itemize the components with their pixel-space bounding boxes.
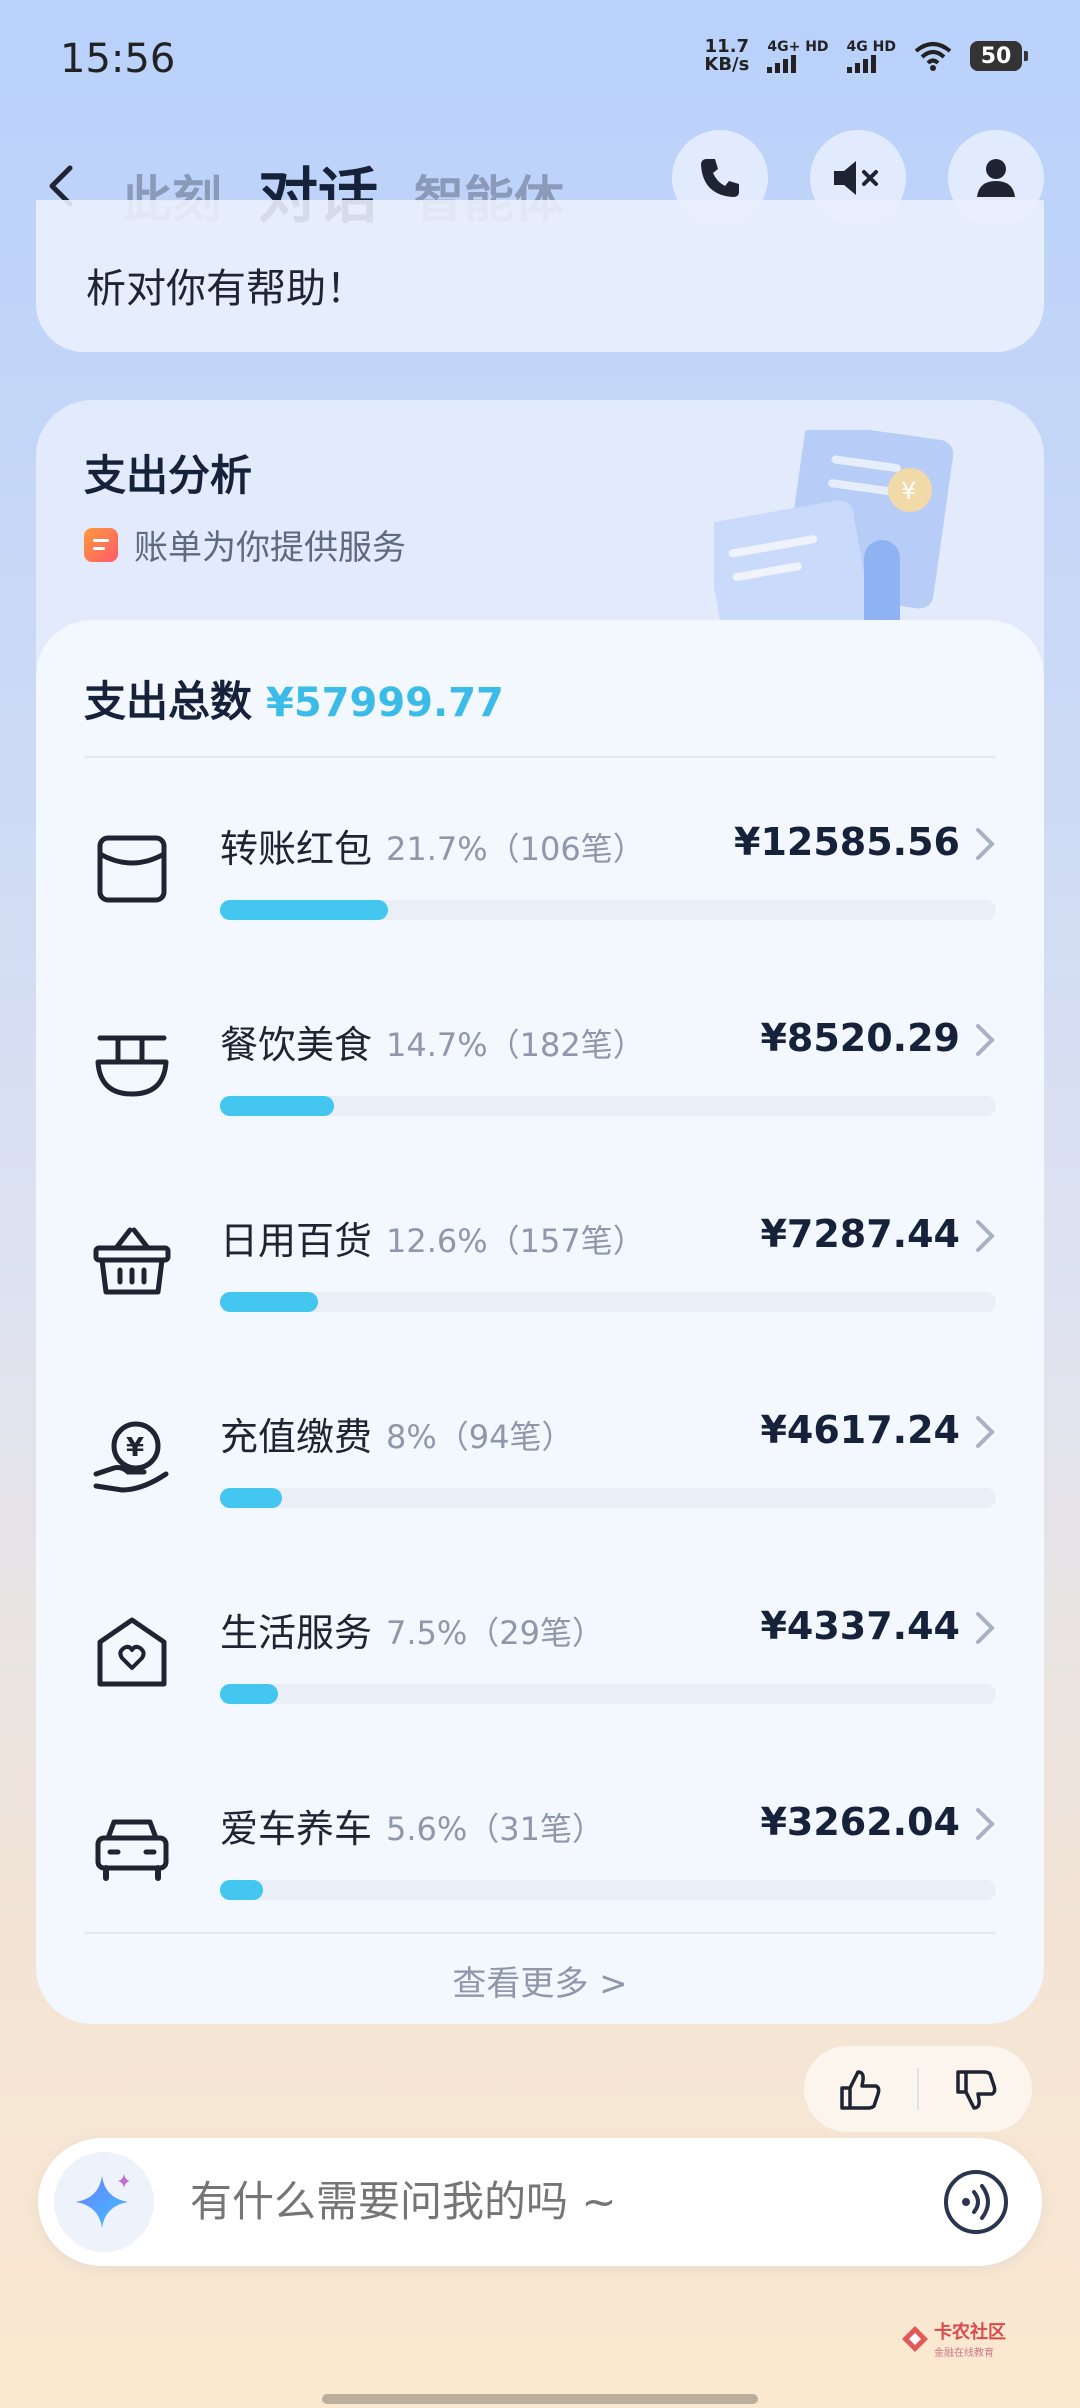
sim1-label: 4G+ HD [767,39,829,55]
sim2-label: 4G HD [846,39,896,55]
category-row-life-services[interactable]: 生活服务 7.5%（29笔） ¥4337.44 [36,1574,1044,1770]
category-progress-fill [220,1880,263,1900]
divider [84,1932,996,1934]
chevron-right-icon [976,1808,995,1840]
chat-input[interactable] [188,2176,792,2227]
coin-hand-icon: ¥ [93,1421,169,1493]
category-name: 转账红包 [220,827,373,871]
bill-service-icon [84,527,118,562]
category-amount: ¥8520.29 [760,1016,960,1060]
assistant-button[interactable] [54,2152,154,2252]
chevron-right-icon [976,1024,995,1056]
category-row-dining[interactable]: 餐饮美食 14.7%（182笔） ¥8520.29 [36,986,1044,1182]
chevron-right-icon [976,828,995,860]
category-progress-fill [220,1488,282,1508]
expense-card-title: 支出分析 [84,451,253,500]
expense-analysis-card: 支出分析 账单为你提供服务 ¥ 支出总数 ¥57999.77 转账红包 21.7… [36,400,1044,2024]
sparkle-icon [76,2174,130,2228]
speaker-muted-icon [834,161,878,195]
svg-text:¥: ¥ [126,1433,144,1463]
home-heart-icon [97,1617,167,1687]
expense-card-subtitle: 账单为你提供服务 [84,520,406,569]
status-icons: 11.7 KB/s 4G+ HD 4G HD 50 [704,38,1028,74]
category-name: 爱车养车 [220,1807,373,1851]
chat-input-bar [38,2138,1042,2266]
category-progress-fill [220,1684,278,1704]
feedback-bar [804,2046,1032,2132]
category-share: 21.7%（106笔） [386,830,645,868]
category-row-recharge[interactable]: ¥ 充值缴费 8%（94笔） ¥4617.24 [36,1378,1044,1574]
chevron-right-icon [976,1220,995,1252]
category-amount: ¥12585.56 [734,820,960,864]
category-row-car[interactable]: 爱车养车 5.6%（31笔） ¥3262.04 [36,1770,1044,1966]
divider [84,756,996,758]
feedback-divider [917,2068,919,2110]
category-share: 5.6%（31笔） [386,1810,605,1848]
sim1-signal-icon: 4G+ HD [767,39,829,73]
envelope-icon [97,835,167,903]
category-progress-track [220,1488,996,1508]
network-speed: 11.7 KB/s [704,38,749,74]
category-name: 充值缴费 [220,1415,373,1459]
previous-message-text: 析对你有帮助！ [86,266,366,312]
expense-details-panel: 支出总数 ¥57999.77 转账红包 21.7%（106笔） ¥12585.5… [36,620,1044,2024]
status-bar: 15:56 11.7 KB/s 4G+ HD 4G HD 50 [0,0,1080,130]
svg-text:¥: ¥ [901,477,916,505]
category-progress-track [220,1880,996,1900]
car-icon [95,1819,169,1881]
category-progress-fill [220,1096,334,1116]
watermark-subtitle: 金融在线教育 [934,2348,994,2359]
category-progress-fill [220,1292,318,1312]
category-share: 7.5%（29笔） [386,1614,605,1652]
status-time: 15:56 [60,36,176,82]
chevron-right-icon [976,1612,995,1644]
see-more-link[interactable]: 查看更多 > [36,1956,1044,2005]
battery-icon: 50 [970,41,1028,71]
network-speed-unit: KB/s [704,54,750,75]
category-name: 日用百货 [220,1219,373,1263]
expense-total: 支出总数 ¥57999.77 [84,668,504,729]
category-amount: ¥4617.24 [760,1408,960,1452]
category-row-groceries[interactable]: 日用百货 12.6%（157笔） ¥7287.44 [36,1182,1044,1378]
expense-total-label: 支出总数 [84,677,253,726]
user-icon [977,159,1015,197]
category-progress-fill [220,900,388,920]
wifi-icon [914,42,952,71]
category-row-transfer[interactable]: 转账红包 21.7%（106笔） ¥12585.56 [36,790,1044,986]
watermark-title: 卡农社区 [934,2322,1006,2343]
category-progress-track [220,1096,996,1116]
watermark: 卡农社区 金融在线教育 [900,2318,1006,2359]
thumbs-down-icon[interactable] [954,2068,998,2112]
expense-total-value: ¥57999.77 [266,680,504,726]
category-progress-track [220,1292,996,1312]
phone-icon [701,159,739,197]
category-name: 餐饮美食 [220,1023,373,1067]
thumbs-up-icon[interactable] [838,2068,882,2112]
sim2-signal-icon: 4G HD [846,39,896,73]
expense-card-subtitle-text: 账单为你提供服务 [134,528,406,568]
basket-icon [93,1227,171,1295]
category-share: 12.6%（157笔） [386,1222,645,1260]
home-indicator[interactable] [322,2394,758,2404]
category-name: 生活服务 [220,1611,373,1655]
category-amount: ¥4337.44 [760,1604,960,1648]
bill-illustration-icon: ¥ [714,430,954,620]
watermark-logo-icon [902,2325,928,2352]
category-share: 14.7%（182笔） [386,1026,645,1064]
category-progress-track [220,900,996,920]
category-amount: ¥3262.04 [760,1800,960,1844]
voice-input-icon[interactable] [942,2168,1010,2236]
chevron-right-icon [976,1416,995,1448]
category-amount: ¥7287.44 [760,1212,960,1256]
bowl-icon [95,1035,169,1097]
category-progress-track [220,1684,996,1704]
previous-message-card: 析对你有帮助！ [36,200,1044,352]
category-share: 8%（94笔） [386,1418,574,1456]
